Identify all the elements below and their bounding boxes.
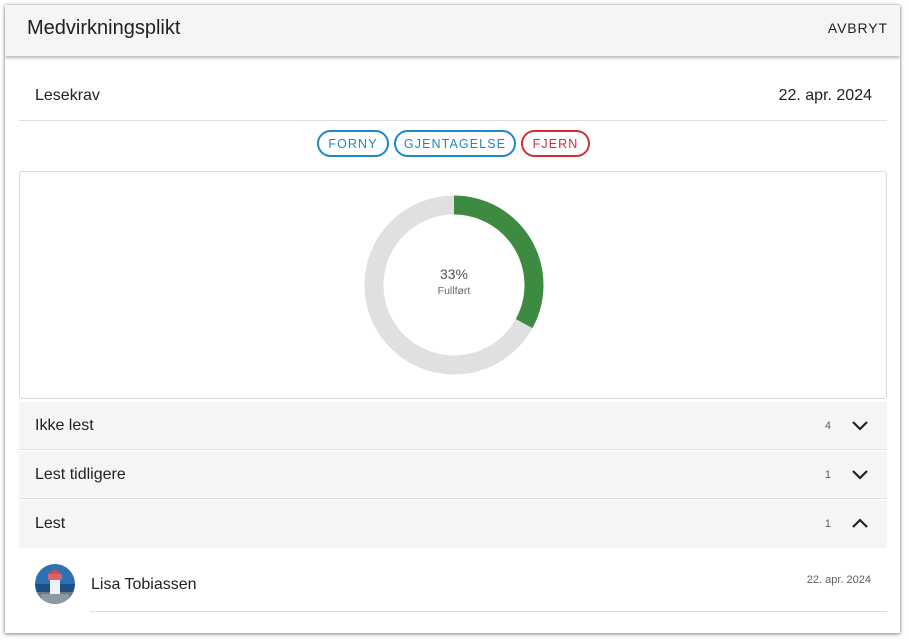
progress-label: Fullført (437, 285, 471, 297)
chevron-down-icon[interactable] (851, 418, 869, 432)
group-read[interactable]: Lest 1 (19, 500, 887, 548)
acknowledgement-dialog: Medvirkningsplikt AVBRYT Lesekrav 22. ap… (5, 5, 900, 633)
group-label: Ikke lest (35, 417, 94, 434)
chevron-up-icon[interactable] (851, 516, 869, 530)
requirement-date: 22. apr. 2024 (778, 87, 872, 104)
group-read-earlier[interactable]: Lest tidligere 1 (19, 451, 887, 499)
divider (90, 611, 887, 612)
repeat-button[interactable]: GJENTAGELSE (394, 130, 516, 157)
progress-center: 33% Fullført (404, 266, 504, 297)
lighthouse-photo-icon (35, 564, 75, 604)
chevron-down-icon[interactable] (851, 467, 869, 481)
requirement-label: Lesekrav (35, 87, 100, 104)
group-label: Lest (35, 515, 66, 532)
dialog-header: Medvirkningsplikt AVBRYT (5, 5, 900, 56)
group-not-read[interactable]: Ikke lest 4 (19, 402, 887, 450)
group-count: 4 (824, 420, 831, 432)
group-label: Lest tidligere (35, 466, 126, 483)
reader-list-item[interactable]: Lisa Tobiassen 22. apr. 2024 (19, 549, 887, 613)
progress-card: 33% Fullført (19, 171, 887, 399)
renew-button[interactable]: FORNY (317, 130, 389, 157)
reader-name: Lisa Tobiassen (91, 576, 197, 593)
reader-date: 22. apr. 2024 (806, 574, 871, 586)
requirement-row: Lesekrav 22. apr. 2024 (19, 77, 887, 121)
remove-button[interactable]: FJERN (521, 130, 590, 157)
progress-percent: 33% (439, 266, 469, 282)
avatar (35, 564, 75, 604)
group-count: 1 (824, 469, 831, 481)
dialog-title: Medvirkningsplikt (27, 17, 181, 39)
action-chips: FORNY GJENTAGELSE FJERN (317, 130, 590, 157)
cancel-button[interactable]: AVBRYT (828, 20, 888, 36)
group-count: 1 (824, 518, 831, 530)
